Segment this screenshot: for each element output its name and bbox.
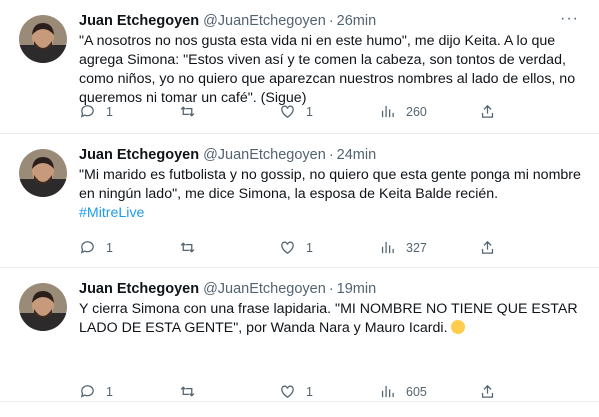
reply-button[interactable]: 1 xyxy=(79,239,139,256)
view-count: 605 xyxy=(406,384,427,399)
view-count: 260 xyxy=(406,104,427,119)
tweet-header: Juan Etchegoyen @JuanEtchegoyen · 19min xyxy=(79,280,587,298)
reply-count: 1 xyxy=(106,240,113,255)
avatar[interactable] xyxy=(19,283,67,331)
reply-icon xyxy=(80,105,94,118)
view-count: 327 xyxy=(406,240,427,255)
timestamp[interactable]: 19min xyxy=(337,280,377,298)
like-button[interactable]: 1 xyxy=(279,239,339,256)
like-count: 1 xyxy=(306,104,313,119)
author-name[interactable]: Juan Etchegoyen xyxy=(79,12,199,30)
timestamp[interactable]: 26min xyxy=(337,12,377,30)
share-icon xyxy=(481,240,494,254)
separator: · xyxy=(328,147,334,163)
author-handle[interactable]: @JuanEtchegoyen xyxy=(203,12,326,30)
tweet-text: "Mi marido es futbolista y no gossip, no… xyxy=(79,166,587,223)
share-button[interactable] xyxy=(479,239,499,256)
author-name[interactable]: Juan Etchegoyen xyxy=(79,146,199,164)
retweet-button[interactable] xyxy=(179,103,239,120)
more-options-icon[interactable]: ··· xyxy=(560,10,579,28)
tweet-text: Y cierra Simona con una frase lapidaria.… xyxy=(79,300,587,338)
views-icon xyxy=(381,105,394,118)
tweet-text: "A nosotros no nos gusta esta vida ni en… xyxy=(79,32,587,108)
reply-icon xyxy=(80,385,94,398)
tweet-actions: 1 1 605 xyxy=(79,383,499,400)
hashtag-link[interactable]: #MitreLive xyxy=(79,205,144,221)
views-button[interactable]: 327 xyxy=(379,239,439,256)
avatar[interactable] xyxy=(19,15,67,63)
tweet-actions: 1 1 260 xyxy=(79,103,499,120)
reply-button[interactable]: 1 xyxy=(79,103,139,120)
like-count: 1 xyxy=(306,240,313,255)
reply-count: 1 xyxy=(106,104,113,119)
author-handle[interactable]: @JuanEtchegoyen xyxy=(203,146,326,164)
author-handle[interactable]: @JuanEtchegoyen xyxy=(203,280,326,298)
tweet[interactable]: Juan Etchegoyen @JuanEtchegoyen · 26min … xyxy=(0,0,599,134)
tweet-body: "Mi marido es futbolista y no gossip, no… xyxy=(79,167,581,202)
retweet-icon xyxy=(180,386,195,397)
like-button[interactable]: 1 xyxy=(279,103,339,120)
separator: · xyxy=(328,13,334,29)
reply-count: 1 xyxy=(106,384,113,399)
heart-icon xyxy=(281,385,294,398)
tweet-body: "A nosotros no nos gusta esta vida ni en… xyxy=(79,33,576,106)
share-icon xyxy=(481,104,494,118)
like-button[interactable]: 1 xyxy=(279,383,339,400)
tweet-body: Y cierra Simona con una frase lapidaria.… xyxy=(79,301,578,336)
views-button[interactable]: 605 xyxy=(379,383,439,400)
heart-icon xyxy=(281,105,294,118)
heart-icon xyxy=(281,241,294,254)
tweet-header: Juan Etchegoyen @JuanEtchegoyen · 24min xyxy=(79,146,587,164)
worried-face-emoji-icon xyxy=(451,320,466,334)
like-count: 1 xyxy=(306,384,313,399)
author-name[interactable]: Juan Etchegoyen xyxy=(79,280,199,298)
share-icon xyxy=(481,384,494,398)
retweet-icon xyxy=(180,106,195,117)
reply-button[interactable]: 1 xyxy=(79,383,139,400)
views-button[interactable]: 260 xyxy=(379,103,439,120)
retweet-button[interactable] xyxy=(179,239,239,256)
retweet-icon xyxy=(180,242,195,253)
timestamp[interactable]: 24min xyxy=(337,146,377,164)
separator: · xyxy=(328,281,334,297)
tweet[interactable]: Juan Etchegoyen @JuanEtchegoyen · 19min … xyxy=(0,268,599,402)
tweet[interactable]: Juan Etchegoyen @JuanEtchegoyen · 24min … xyxy=(0,134,599,268)
share-button[interactable] xyxy=(479,383,499,400)
tweet-actions: 1 1 327 xyxy=(79,239,499,256)
share-button[interactable] xyxy=(479,103,499,120)
retweet-button[interactable] xyxy=(179,383,239,400)
reply-icon xyxy=(80,241,94,254)
views-icon xyxy=(381,241,394,254)
views-icon xyxy=(381,385,394,398)
tweet-header: Juan Etchegoyen @JuanEtchegoyen · 26min xyxy=(79,12,587,30)
avatar[interactable] xyxy=(19,149,67,197)
